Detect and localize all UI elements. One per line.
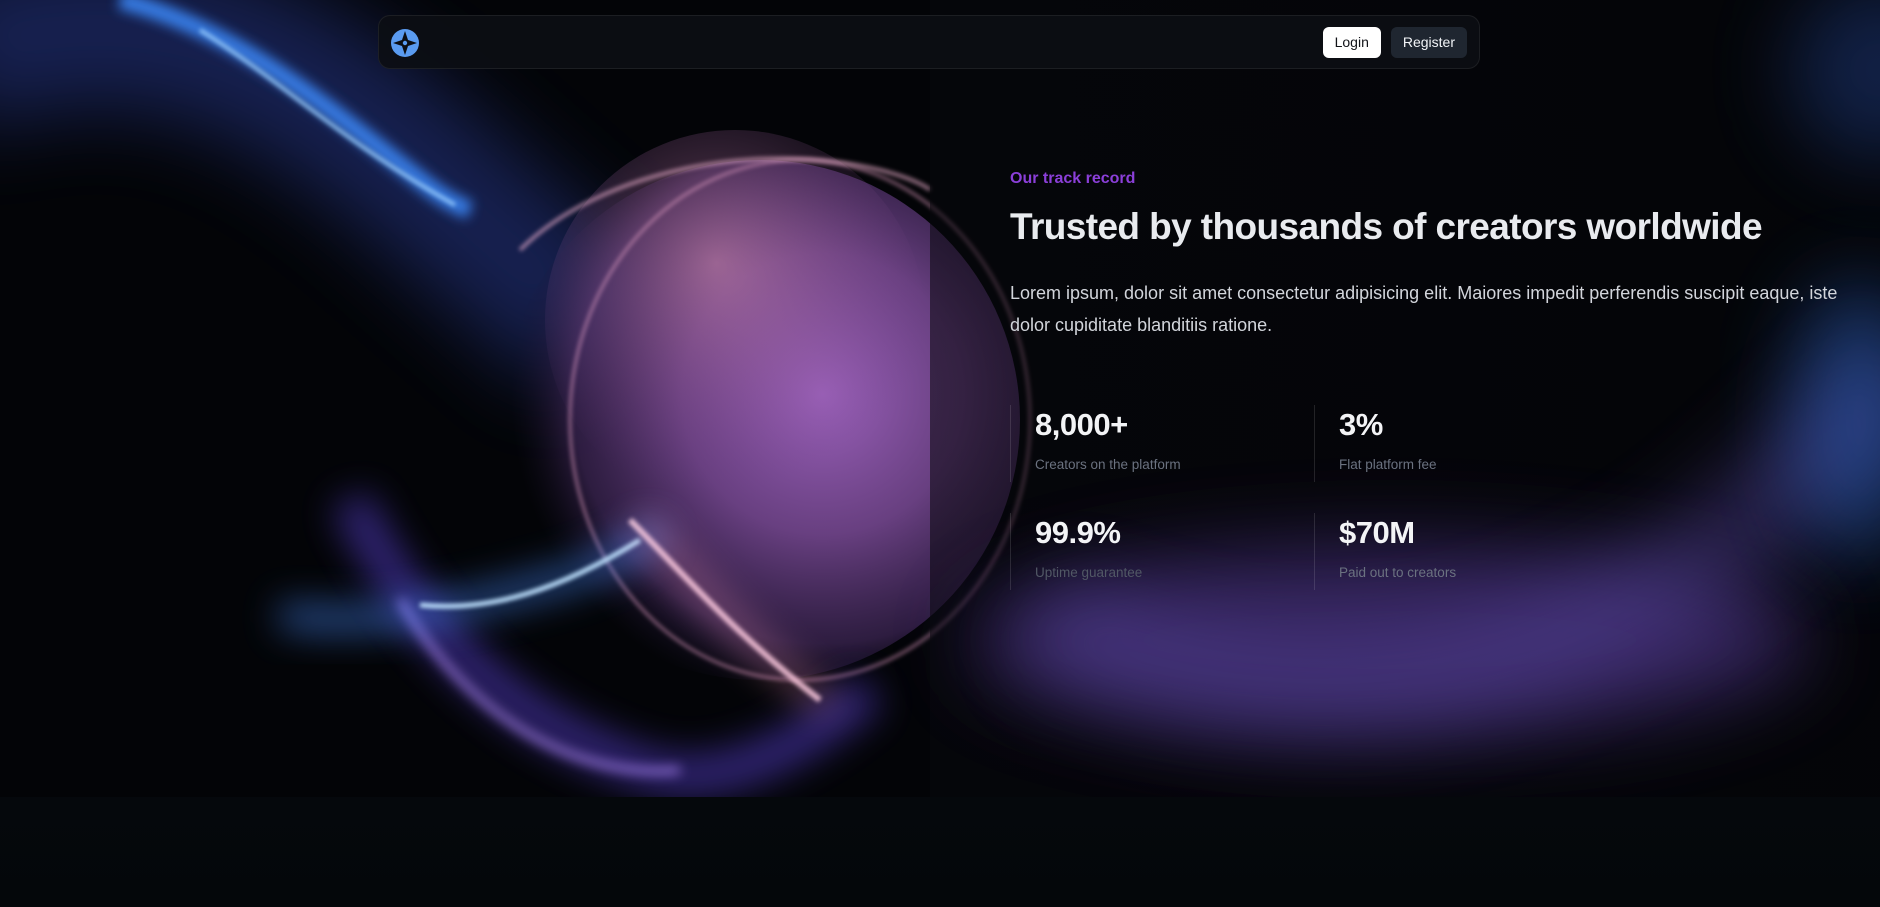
compass-logo-icon[interactable] — [390, 28, 420, 58]
stat-value: 8,000+ — [1035, 407, 1128, 442]
stat-value: 99.9% — [1035, 515, 1121, 550]
login-button[interactable]: Login — [1322, 27, 1381, 58]
register-button[interactable]: Register — [1390, 27, 1467, 58]
stat-creators: 8,000+ Creators on the platform — [1010, 405, 1290, 482]
page-title: Trusted by thousands of creators worldwi… — [1010, 206, 1763, 247]
stat-label: Creators on the platform — [1035, 457, 1181, 472]
stat-fee: 3% Flat platform fee — [1314, 405, 1594, 482]
stat-value: $70M — [1339, 515, 1415, 550]
section-eyebrow: Our track record — [1010, 170, 1136, 187]
stat-value: 3% — [1339, 407, 1383, 442]
nav-actions: Login Register — [1322, 27, 1467, 58]
page: Login Register Our track record Trusted … — [0, 0, 1880, 907]
stat-payout: $70M Paid out to creators — [1314, 513, 1594, 590]
top-navbar: Login Register — [378, 15, 1480, 69]
hero-content: Our track record Trusted by thousands of… — [1010, 170, 1860, 341]
hero-description: Lorem ipsum, dolor sit amet consectetur … — [1010, 282, 1838, 335]
stat-label: Paid out to creators — [1339, 565, 1457, 580]
stat-label: Flat platform fee — [1339, 457, 1437, 472]
footer-strip — [0, 797, 1880, 907]
stat-uptime: 99.9% Uptime guarantee — [1010, 513, 1290, 590]
hero-background-art — [0, 0, 1880, 797]
stat-label: Uptime guarantee — [1035, 565, 1143, 580]
